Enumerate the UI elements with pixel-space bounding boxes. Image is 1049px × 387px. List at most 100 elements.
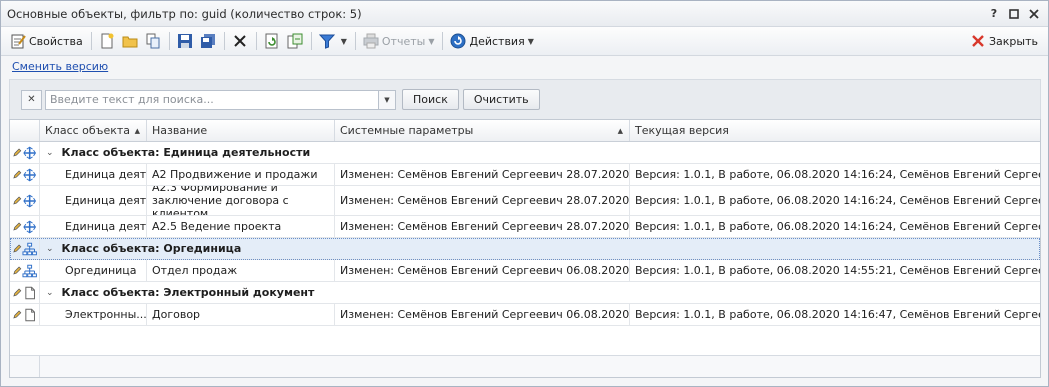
- class-cell: Электронны...: [60, 304, 147, 325]
- group-row[interactable]: ⌄ Класс объекта: Единица деятельности: [10, 142, 1040, 164]
- copy-icon: [146, 33, 160, 49]
- group-row[interactable]: ⌄ Класс объекта: Оргединица: [10, 238, 1040, 260]
- search-input[interactable]: [45, 89, 379, 110]
- filter-button[interactable]: ▼: [316, 30, 350, 52]
- class-cell: Оргединица: [60, 260, 147, 281]
- pencil-icon: [13, 266, 22, 275]
- export-button[interactable]: [284, 30, 306, 52]
- activity-unit-icon: [22, 146, 36, 159]
- name-cell: Отдел продаж: [147, 260, 335, 281]
- group-title: ⌄ Класс объекта: Единица деятельности: [40, 142, 310, 163]
- version-cell: Версия: 1.0.1, В работе, 06.08.2020 14:1…: [635, 168, 1040, 181]
- system-cell: Изменен: Семёнов Евгений Сергеевич 28.07…: [335, 216, 630, 237]
- document-icon: [25, 286, 35, 299]
- activity-unit-icon: [22, 168, 36, 181]
- version-cell: Версия: 1.0.1, В работе, 06.08.2020 14:1…: [635, 220, 1040, 233]
- version-cell: Версия: 1.0.1, В работе, 06.08.2020 14:1…: [635, 308, 1040, 321]
- search-dropdown-button[interactable]: ▼: [379, 89, 396, 110]
- change-version-link[interactable]: Сменить версию: [12, 60, 108, 73]
- window-title: Основные объекты, фильтр по: guid (колич…: [7, 6, 362, 21]
- objects-grid: Класс объекта ▲ Название Системные парам…: [9, 119, 1041, 378]
- sort-ascending-icon: ▲: [617, 126, 623, 135]
- class-cell: Единица деят...: [60, 216, 147, 237]
- actions-label: Действия: [469, 34, 525, 48]
- table-row[interactable]: Единица деят... А2.5 Ведение проекта Изм…: [10, 216, 1040, 238]
- chevron-down-icon: ▼: [340, 36, 347, 46]
- restore-button[interactable]: [1006, 6, 1022, 22]
- header-icons-column: [10, 120, 40, 141]
- group-row[interactable]: ⌄ Класс объекта: Электронный документ: [10, 282, 1040, 304]
- header-class-column[interactable]: Класс объекта ▲: [40, 120, 147, 141]
- properties-button[interactable]: Свойства: [7, 30, 86, 52]
- new-document-icon: [101, 33, 114, 49]
- close-button[interactable]: Закрыть: [967, 30, 1041, 52]
- clear-search-button[interactable]: ✕: [21, 89, 42, 110]
- table-row[interactable]: Электронны... Договор Изменен: Семёнов Е…: [10, 304, 1040, 326]
- toolbar-separator: [223, 32, 225, 50]
- grid-footer: [10, 355, 1040, 377]
- chevron-down-icon: ▼: [527, 36, 534, 46]
- version-cell: Версия: 1.0.1, В работе, 06.08.2020 14:5…: [635, 264, 1040, 277]
- activity-unit-icon: [22, 194, 36, 207]
- folder-icon: [122, 36, 138, 48]
- toolbar-separator: [442, 32, 444, 50]
- version-cell: Версия: 1.0.1, В работе, 06.08.2020 14:1…: [635, 194, 1040, 207]
- pencil-icon: [13, 148, 22, 157]
- group-label: Класс объекта: Оргединица: [61, 242, 242, 255]
- properties-label: Свойства: [29, 34, 83, 48]
- name-cell: Договор: [147, 304, 335, 325]
- header-name-column[interactable]: Название: [147, 120, 335, 141]
- group-label: Класс объекта: Единица деятельности: [61, 146, 311, 159]
- group-title: ⌄ Класс объекта: Оргединица: [40, 238, 241, 259]
- actions-button[interactable]: Действия ▼: [447, 30, 536, 52]
- toolbar-separator: [90, 32, 92, 50]
- header-system-column[interactable]: Системные параметры ▲: [335, 120, 630, 141]
- save-all-button[interactable]: [197, 30, 219, 52]
- group-title: ⌄ Класс объекта: Электронный документ: [40, 282, 314, 303]
- properties-icon: [11, 34, 26, 49]
- printer-icon: [363, 33, 379, 49]
- title-bar: Основные объекты, фильтр по: guid (колич…: [1, 1, 1048, 27]
- system-cell: Изменен: Семёнов Евгений Сергеевич 06.08…: [335, 260, 630, 281]
- header-label: Системные параметры: [340, 124, 474, 137]
- search-button[interactable]: Поиск: [402, 89, 459, 110]
- name-cell: А2.5 Ведение проекта: [147, 216, 335, 237]
- name-cell: А2 Продвижение и продажи: [147, 164, 335, 185]
- open-folder-button[interactable]: [119, 30, 141, 52]
- org-unit-icon: [22, 264, 37, 277]
- save-all-icon: [200, 34, 215, 48]
- group-label: Класс объекта: Электронный документ: [61, 286, 315, 299]
- chevron-down-icon: ▼: [384, 95, 390, 104]
- chevron-down-icon[interactable]: ⌄: [46, 244, 54, 254]
- name-cell: А2.3 Формирование и заключение договора …: [147, 186, 335, 215]
- close-icon: [972, 35, 984, 47]
- save-icon: [177, 34, 192, 48]
- clear-button[interactable]: Очистить: [462, 89, 540, 110]
- filter-icon: [318, 34, 335, 49]
- toolbar: Свойства ▼ Отчеты ▼ Действия ▼ Закрыть: [1, 27, 1048, 56]
- sort-ascending-icon: ▲: [134, 126, 140, 135]
- copy-button[interactable]: [142, 30, 164, 52]
- search-panel: ✕ ▼ Поиск Очистить: [9, 79, 1041, 119]
- delete-button[interactable]: [229, 30, 251, 52]
- chevron-down-icon[interactable]: ⌄: [46, 288, 54, 298]
- pencil-icon: [13, 170, 22, 179]
- table-row[interactable]: Единица деят... А2.3 Формирование и закл…: [10, 186, 1040, 216]
- new-button[interactable]: [96, 30, 118, 52]
- reports-button[interactable]: Отчеты ▼: [360, 30, 438, 52]
- refresh-icon: [265, 33, 278, 49]
- header-label: Класс объекта: [45, 124, 131, 137]
- document-icon: [25, 308, 35, 321]
- chevron-down-icon[interactable]: ⌄: [46, 148, 54, 158]
- pencil-icon: [13, 244, 22, 253]
- save-button[interactable]: [174, 30, 196, 52]
- header-label: Название: [152, 124, 208, 137]
- help-button[interactable]: ?: [986, 6, 1002, 22]
- close-window-button[interactable]: [1026, 6, 1042, 22]
- close-icon: ✕: [27, 94, 36, 105]
- toolbar-separator: [255, 32, 257, 50]
- table-row[interactable]: Единица деят... А2 Продвижение и продажи…: [10, 164, 1040, 186]
- refresh-button[interactable]: [261, 30, 283, 52]
- table-row[interactable]: Оргединица Отдел продаж Изменен: Семёнов…: [10, 260, 1040, 282]
- header-version-column[interactable]: Текущая версия: [630, 120, 1040, 141]
